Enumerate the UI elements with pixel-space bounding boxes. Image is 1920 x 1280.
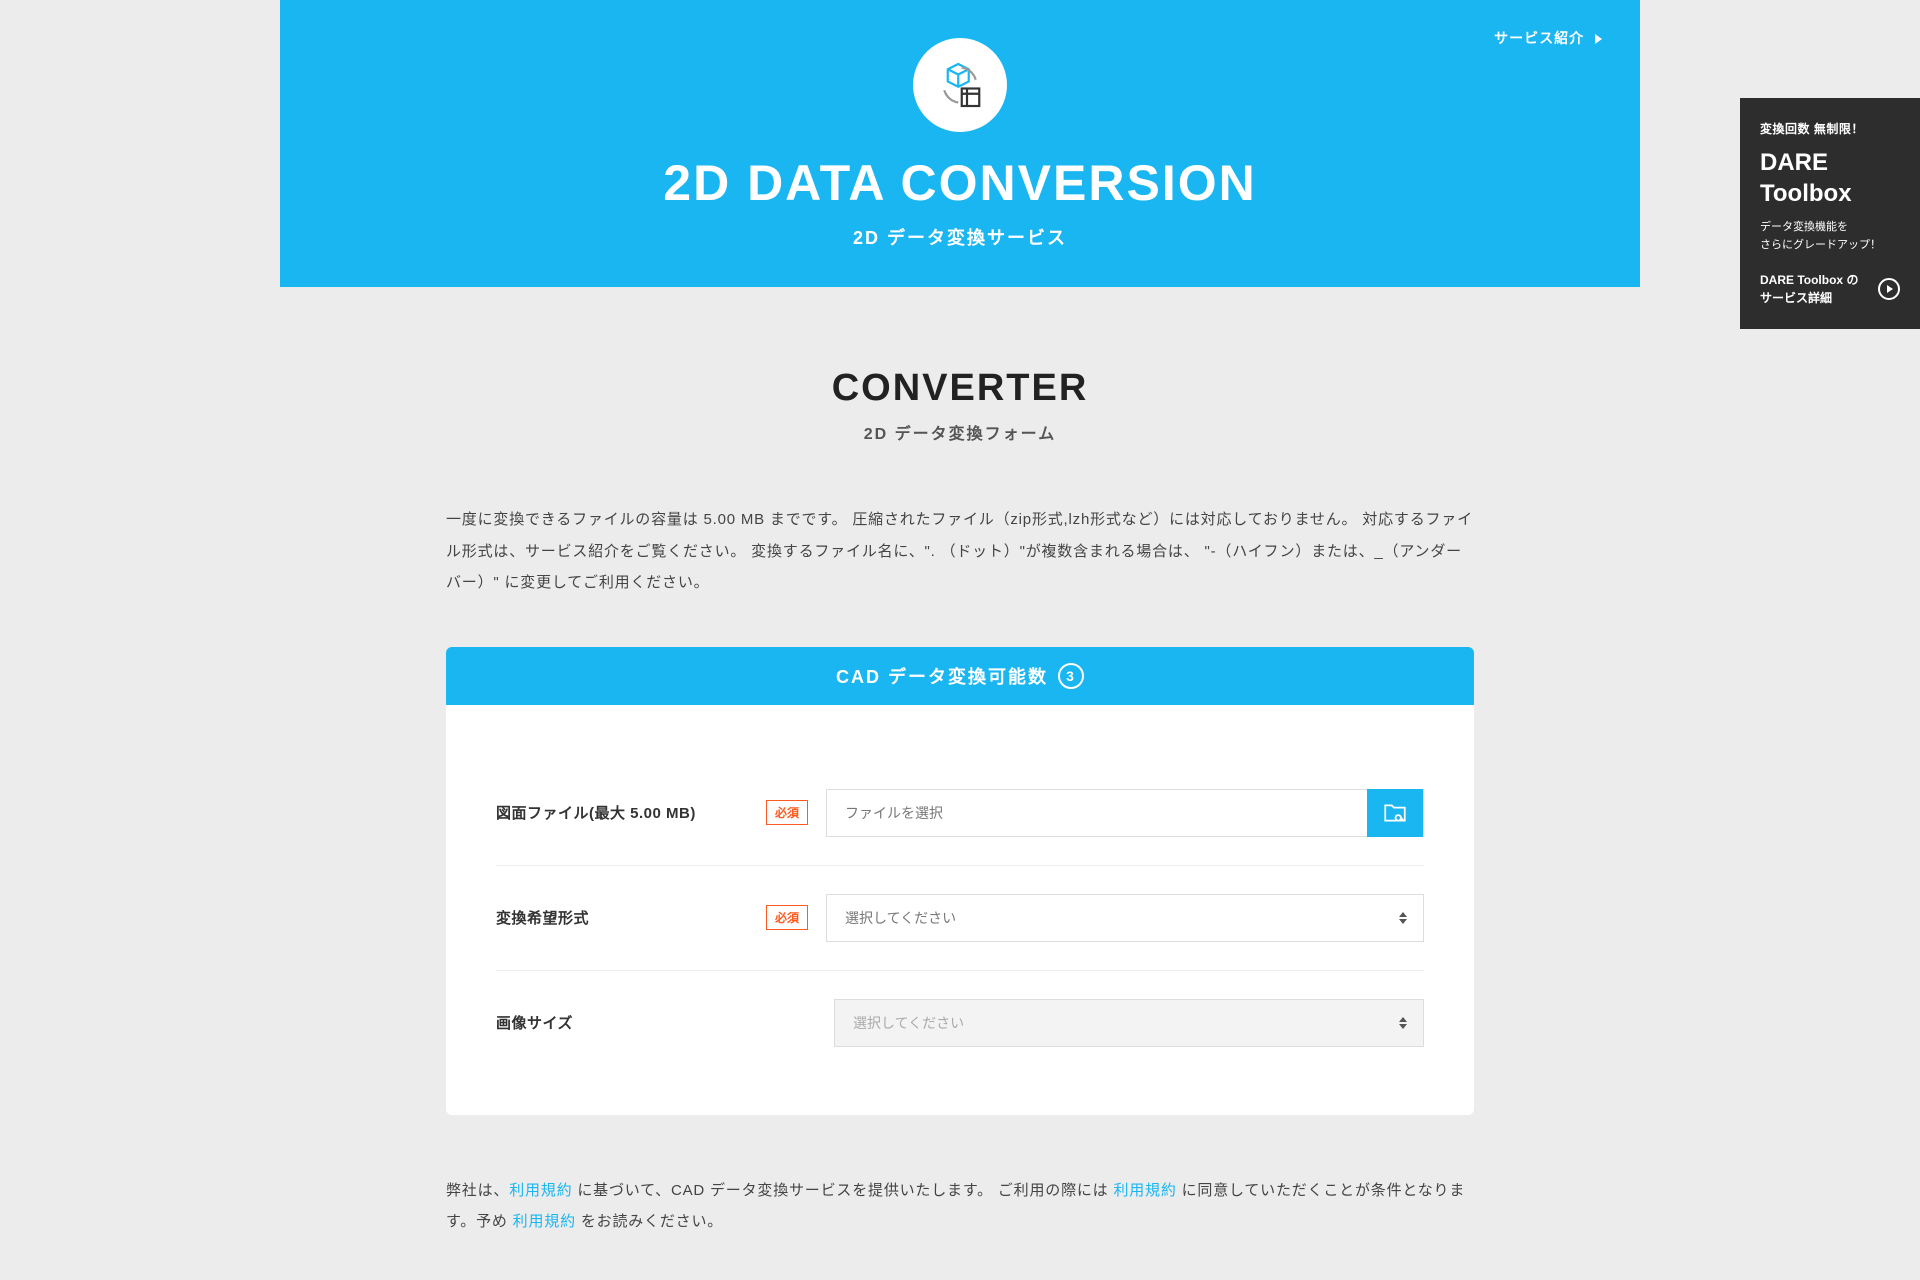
section-title: CONVERTER [280,367,1640,410]
form-row-size: 画像サイズ 選択してください [496,971,1424,1075]
hero-title: 2D DATA CONVERSION [280,154,1640,212]
chevron-right-icon [1595,34,1602,44]
required-badge: 必須 [766,800,808,825]
form-row-format: 変換希望形式 必須 選択してください [496,866,1424,971]
hero-banner: サービス紹介 2D DATA CONVERSION 2D データ変換サービス [280,0,1640,287]
format-label: 変換希望形式 [496,907,766,928]
terms-text: 弊社は、利用規約 に基づいて、CAD データ変換サービスを提供いたします。 ご利… [446,1175,1474,1238]
nav-link-label: サービス紹介 [1494,30,1584,46]
select-arrows-icon [1399,1017,1407,1029]
form-row-file: 図面ファイル(最大 5.00 MB) 必須 ファイルを選択 [496,761,1424,866]
form-header-label: CAD データ変換可能数 [836,663,1048,689]
terms-link[interactable]: 利用規約 [509,1182,572,1199]
promo-tag: 変換回数 無制限！ [1760,120,1900,137]
promo-title: DARE Toolbox [1760,147,1900,209]
size-label: 画像サイズ [496,1012,766,1033]
format-select[interactable]: 選択してください [826,894,1424,942]
size-placeholder: 選択してください [853,1013,964,1033]
file-placeholder: ファイルを選択 [827,803,1367,823]
folder-search-icon [1382,800,1408,826]
form-header: CAD データ変換可能数 3 [446,647,1474,705]
size-select[interactable]: 選択してください [834,999,1424,1047]
terms-link[interactable]: 利用規約 [1113,1182,1176,1199]
converter-form: CAD データ変換可能数 3 図面ファイル(最大 5.00 MB) 必須 ファイ… [446,647,1474,1115]
promo-description: データ変換機能を さらにグレードアップ！ [1760,219,1900,254]
required-badge: 必須 [766,905,808,930]
file-input[interactable]: ファイルを選択 [826,789,1424,837]
promo-link[interactable]: DARE Toolbox の サービス詳細 [1760,271,1900,307]
section-subtitle: 2D データ変換フォーム [280,420,1640,444]
description-text: 一度に変換できるファイルの容量は 5.00 MB までです。 圧縮されたファイル… [446,504,1474,599]
file-browse-button[interactable] [1367,789,1423,837]
promo-sidebar[interactable]: 変換回数 無制限！ DARE Toolbox データ変換機能を さらにグレードア… [1740,98,1920,329]
file-label: 図面ファイル(最大 5.00 MB) [496,802,766,823]
select-arrows-icon [1399,912,1407,924]
format-placeholder: 選択してください [845,908,956,928]
nav-service-intro[interactable]: サービス紹介 [1494,28,1602,48]
conversion-icon [913,38,1007,132]
play-icon [1878,278,1900,300]
terms-link[interactable]: 利用規約 [513,1213,576,1230]
conversion-count-badge: 3 [1058,663,1084,689]
hero-subtitle: 2D データ変換サービス [280,224,1640,250]
